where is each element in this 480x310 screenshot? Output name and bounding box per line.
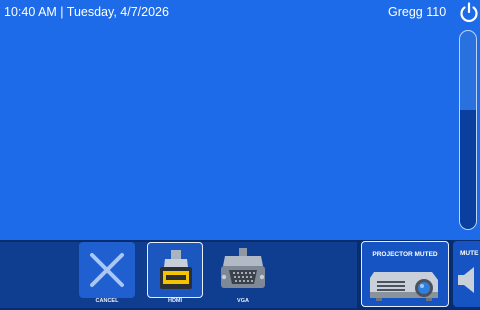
date-time: 10:40 AM | Tuesday, 4/7/2026 (4, 5, 169, 19)
source-hdmi-button[interactable] (147, 242, 203, 298)
projector-muted-label: PROJECTOR MUTED (372, 251, 438, 258)
projector-icon (370, 272, 438, 301)
volume-slider[interactable] (459, 30, 477, 230)
power-icon (460, 2, 478, 23)
hdmi-label: HDMI (167, 298, 183, 304)
room-name: Gregg 110 (388, 5, 447, 19)
vga-label: VGA (237, 298, 249, 304)
hdmi-connector-icon (160, 250, 192, 289)
close-icon (90, 253, 124, 287)
cancel-label: CANCEL (95, 298, 119, 304)
cancel-button[interactable] (79, 242, 135, 298)
projector-muted-button[interactable]: PROJECTOR MUTED (361, 241, 449, 307)
top-bar: 10:40 AM | Tuesday, 4/7/2026 Gregg 110 (0, 0, 480, 26)
volume-level-fill (460, 110, 476, 229)
speaker-icon (458, 267, 474, 293)
source-vga-button[interactable] (215, 242, 271, 298)
mute-label: MUTE (460, 250, 479, 257)
mute-button[interactable]: MUTE (453, 241, 480, 307)
power-button[interactable] (459, 2, 479, 24)
vga-connector-icon (221, 248, 265, 288)
